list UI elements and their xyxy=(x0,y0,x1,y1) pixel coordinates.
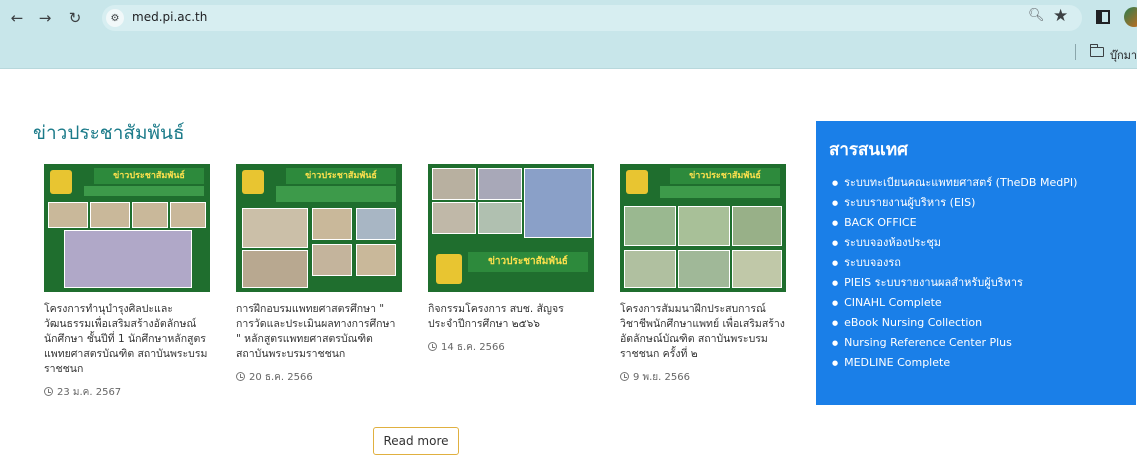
news-date: 23 ม.ค. 2567 xyxy=(44,385,210,400)
image-banner: ข่าวประชาสัมพันธ์ xyxy=(94,168,204,184)
browser-toolbar: ← → ↻ ⚙ med.pi.ac.th 🔍︎ ★ xyxy=(0,0,1137,36)
info-link[interactable]: MEDLINE Complete xyxy=(832,353,1077,373)
info-panel: สารสนเทศ ระบบทะเบียนคณะแพทยศาสตร์ (TheDB… xyxy=(816,121,1136,405)
info-link[interactable]: CINAHL Complete xyxy=(832,293,1077,313)
read-more-button[interactable]: Read more xyxy=(373,427,459,455)
info-link[interactable]: ระบบจองรถ xyxy=(832,253,1077,273)
bookmark-star-icon[interactable]: ★ xyxy=(1053,6,1068,26)
news-image[interactable]: ข่าวประชาสัมพันธ์ xyxy=(44,164,210,292)
forward-arrow-icon[interactable]: → xyxy=(34,7,56,29)
clock-icon xyxy=(620,372,629,381)
info-link[interactable]: ระบบจองห้องประชุม xyxy=(832,233,1077,253)
url-text[interactable]: med.pi.ac.th xyxy=(132,10,207,24)
clock-icon xyxy=(428,342,437,351)
info-panel-title: สารสนเทศ xyxy=(829,140,908,160)
news-title[interactable]: โครงการทำนุบำรุงศิลปะและวัฒนธรรมเพื่อเสร… xyxy=(44,302,210,377)
news-image[interactable]: ข่าวประชาสัมพันธ์ xyxy=(236,164,402,292)
image-banner: ข่าวประชาสัมพันธ์ xyxy=(286,168,396,184)
news-image[interactable]: ข่าวประชาสัมพันธ์ xyxy=(428,164,594,292)
bookmarks-bar: บุ๊กมา xyxy=(0,36,1137,69)
news-card[interactable]: ข่าวประชาสัมพันธ์ โครงการสัมมนาฝึกประสบก… xyxy=(620,164,786,385)
bookmark-folder-label[interactable]: บุ๊กมา xyxy=(1110,46,1137,64)
news-date: 14 ธ.ค. 2566 xyxy=(428,340,594,355)
news-card[interactable]: ข่าวประชาสัมพันธ์ การฝึกอบรมแพทยศาสตรศึก… xyxy=(236,164,402,385)
image-banner: ข่าวประชาสัมพันธ์ xyxy=(468,252,588,272)
institution-logo-icon xyxy=(626,170,648,194)
clock-icon xyxy=(44,387,53,396)
site-info-icon[interactable]: ⚙ xyxy=(106,9,124,27)
side-panel-icon[interactable] xyxy=(1096,10,1110,24)
news-date: 20 ธ.ค. 2566 xyxy=(236,370,402,385)
news-date: 9 พ.ย. 2566 xyxy=(620,370,786,385)
news-title[interactable]: การฝึกอบรมแพทยศาสตรศึกษา " การวัดและประเ… xyxy=(236,302,402,362)
institution-logo-icon xyxy=(242,170,264,194)
folder-icon[interactable] xyxy=(1089,44,1104,57)
back-arrow-icon[interactable]: ← xyxy=(6,7,28,29)
info-link[interactable]: eBook Nursing Collection xyxy=(832,313,1077,333)
info-link[interactable]: Nursing Reference Center Plus xyxy=(832,333,1077,353)
info-link[interactable]: ระบบทะเบียนคณะแพทยศาสตร์ (TheDB MedPI) xyxy=(832,173,1077,193)
news-image[interactable]: ข่าวประชาสัมพันธ์ xyxy=(620,164,786,292)
info-link[interactable]: ระบบรายงานผู้บริหาร (EIS) xyxy=(832,193,1077,213)
news-title[interactable]: โครงการสัมมนาฝึกประสบการณ์วิชาชีพนักศึกษ… xyxy=(620,302,786,362)
zoom-icon[interactable]: 🔍︎ xyxy=(1028,8,1045,23)
reload-icon[interactable]: ↻ xyxy=(64,7,86,29)
bookmarks-separator xyxy=(1075,44,1076,60)
news-section-title: ข่าวประชาสัมพันธ์ xyxy=(33,122,185,144)
news-title[interactable]: กิจกรรมโครงการ สบช. สัญจร ประจำปีการศึกษ… xyxy=(428,302,594,332)
profile-avatar-icon[interactable] xyxy=(1124,7,1137,27)
institution-logo-icon xyxy=(50,170,72,194)
info-link[interactable]: BACK OFFICE xyxy=(832,213,1077,233)
info-link-list: ระบบทะเบียนคณะแพทยศาสตร์ (TheDB MedPI) ร… xyxy=(832,173,1077,373)
info-link[interactable]: PIEIS ระบบรายงานผลสำหรับผู้บริหาร xyxy=(832,273,1077,293)
news-card[interactable]: ข่าวประชาสัมพันธ์ โครงการทำนุบำรุงศิลปะแ… xyxy=(44,164,210,400)
institution-logo-icon xyxy=(436,254,462,284)
image-banner: ข่าวประชาสัมพันธ์ xyxy=(670,168,780,184)
clock-icon xyxy=(236,372,245,381)
address-bar[interactable] xyxy=(102,5,1082,31)
news-card[interactable]: ข่าวประชาสัมพันธ์ กิจกรรมโครงการ สบช. สั… xyxy=(428,164,594,355)
